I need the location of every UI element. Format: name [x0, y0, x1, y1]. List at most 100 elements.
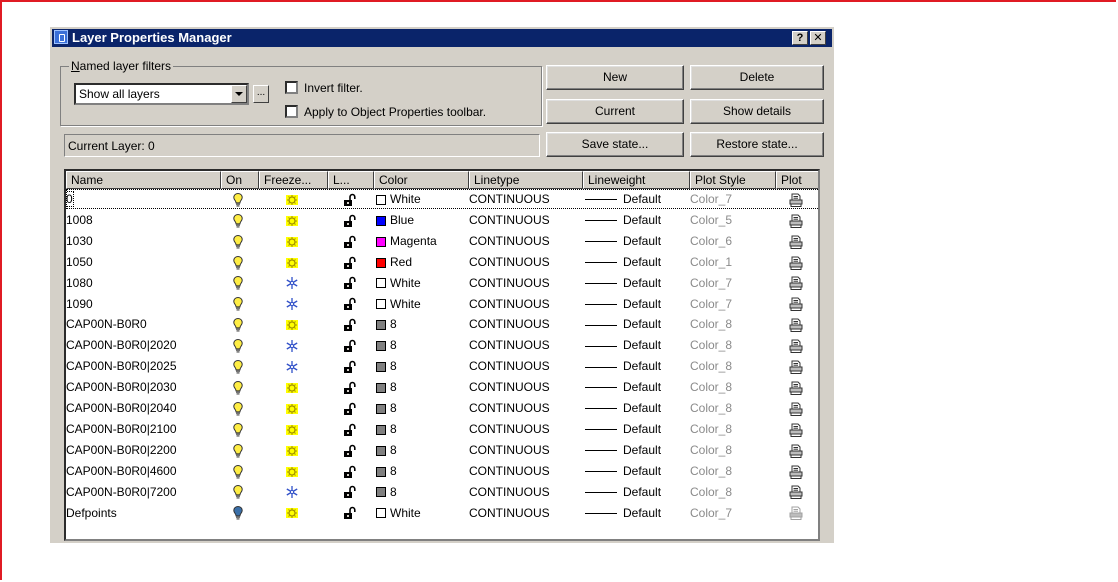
- lock-toggle[interactable]: [328, 273, 370, 293]
- color-cell[interactable]: 8: [374, 419, 464, 439]
- apply-toolbar-option[interactable]: Apply to Object Properties toolbar.: [285, 104, 486, 119]
- freeze-toggle[interactable]: [259, 314, 324, 334]
- freeze-toggle[interactable]: [259, 294, 324, 314]
- color-cell[interactable]: 8: [374, 356, 464, 376]
- lock-toggle[interactable]: [328, 252, 370, 272]
- on-toggle[interactable]: [221, 461, 255, 481]
- color-cell[interactable]: White: [374, 273, 464, 293]
- layer-name[interactable]: 1080: [66, 273, 219, 293]
- on-toggle[interactable]: [221, 294, 255, 314]
- col-lineweight-header[interactable]: Lineweight: [583, 171, 690, 189]
- invert-filter-option[interactable]: Invert filter.: [285, 80, 363, 95]
- chevron-down-icon[interactable]: [231, 85, 247, 103]
- on-toggle[interactable]: [221, 273, 255, 293]
- plot-toggle[interactable]: [776, 398, 816, 418]
- freeze-toggle[interactable]: [259, 377, 324, 397]
- table-row[interactable]: 0 White CONTINUOUS Default Color_7: [66, 189, 818, 209]
- col-lock-header[interactable]: L...: [328, 171, 374, 189]
- lock-toggle[interactable]: [328, 335, 370, 355]
- plot-style-cell[interactable]: Color_8: [690, 356, 770, 376]
- color-cell[interactable]: 8: [374, 440, 464, 460]
- plot-toggle[interactable]: [776, 252, 816, 272]
- color-cell[interactable]: 8: [374, 335, 464, 355]
- on-toggle[interactable]: [221, 210, 255, 230]
- layer-name[interactable]: CAP00N-B0R0: [66, 314, 219, 334]
- lineweight-cell[interactable]: Default: [583, 503, 683, 523]
- plot-style-cell[interactable]: Color_8: [690, 335, 770, 355]
- plot-toggle[interactable]: [776, 294, 816, 314]
- layer-name[interactable]: CAP00N-B0R0|2100: [66, 419, 219, 439]
- lineweight-cell[interactable]: Default: [583, 252, 683, 272]
- on-toggle[interactable]: [221, 356, 255, 376]
- layer-name[interactable]: CAP00N-B0R0|7200: [66, 482, 219, 502]
- color-cell[interactable]: 8: [374, 398, 464, 418]
- layer-filter-select[interactable]: Show all layers: [74, 83, 249, 105]
- table-row[interactable]: 1090 White CONTINUOUS Default Color_7: [66, 294, 818, 314]
- freeze-toggle[interactable]: [259, 189, 324, 209]
- lineweight-cell[interactable]: Default: [583, 314, 683, 334]
- table-row[interactable]: CAP00N-B0R0 8 CONTINUOUS Default Color_8: [66, 314, 818, 334]
- freeze-toggle[interactable]: [259, 356, 324, 376]
- col-linetype-header[interactable]: Linetype: [469, 171, 583, 189]
- table-row[interactable]: CAP00N-B0R0|2200 8 CONTINUOUS Default Color_…: [66, 440, 818, 460]
- color-cell[interactable]: White: [374, 503, 464, 523]
- table-row[interactable]: CAP00N-B0R0|7200 8 CONTINUOUS Default Color_…: [66, 482, 818, 502]
- plot-style-cell[interactable]: Color_8: [690, 314, 770, 334]
- linetype-cell[interactable]: CONTINUOUS: [469, 398, 579, 418]
- show-details-button[interactable]: Show details: [690, 99, 824, 124]
- table-row[interactable]: Defpoints White CONTINUOUS Default Color_7: [66, 503, 818, 523]
- color-cell[interactable]: 8: [374, 482, 464, 502]
- linetype-cell[interactable]: CONTINUOUS: [469, 335, 579, 355]
- table-row[interactable]: CAP00N-B0R0|2025 8 CONTINUOUS Default Color_…: [66, 356, 818, 376]
- color-cell[interactable]: White: [374, 189, 464, 209]
- color-cell[interactable]: White: [374, 294, 464, 314]
- layer-name[interactable]: CAP00N-B0R0|2200: [66, 440, 219, 460]
- lineweight-cell[interactable]: Default: [583, 356, 683, 376]
- on-toggle[interactable]: [221, 189, 255, 209]
- plot-toggle[interactable]: [776, 419, 816, 439]
- table-row[interactable]: CAP00N-B0R0|4600 8 CONTINUOUS Default Color_…: [66, 461, 818, 481]
- freeze-toggle[interactable]: [259, 461, 324, 481]
- linetype-cell[interactable]: CONTINUOUS: [469, 503, 579, 523]
- apply-toolbar-checkbox[interactable]: [285, 105, 298, 119]
- lock-toggle[interactable]: [328, 356, 370, 376]
- lock-toggle[interactable]: [328, 398, 370, 418]
- lock-toggle[interactable]: [328, 461, 370, 481]
- layer-name[interactable]: CAP00N-B0R0|4600: [66, 461, 219, 481]
- linetype-cell[interactable]: CONTINUOUS: [469, 419, 579, 439]
- plot-toggle[interactable]: [776, 210, 816, 230]
- plot-toggle[interactable]: [776, 503, 816, 523]
- layer-name[interactable]: Defpoints: [66, 503, 219, 523]
- color-cell[interactable]: Magenta: [374, 231, 464, 251]
- plot-style-cell[interactable]: Color_7: [690, 294, 770, 314]
- plot-toggle[interactable]: [776, 231, 816, 251]
- lock-toggle[interactable]: [328, 294, 370, 314]
- help-button[interactable]: ?: [792, 31, 808, 45]
- freeze-toggle[interactable]: [259, 231, 324, 251]
- plot-style-cell[interactable]: Color_5: [690, 210, 770, 230]
- plot-style-cell[interactable]: Color_7: [690, 503, 770, 523]
- lineweight-cell[interactable]: Default: [583, 210, 683, 230]
- filter-ellipsis-button[interactable]: ...: [253, 85, 269, 103]
- freeze-toggle[interactable]: [259, 335, 324, 355]
- table-row[interactable]: CAP00N-B0R0|2100 8 CONTINUOUS Default Color_…: [66, 419, 818, 439]
- plot-style-cell[interactable]: Color_8: [690, 440, 770, 460]
- freeze-toggle[interactable]: [259, 273, 324, 293]
- lock-toggle[interactable]: [328, 482, 370, 502]
- col-name-header[interactable]: Name: [66, 171, 221, 189]
- delete-layer-button[interactable]: Delete: [690, 65, 824, 90]
- linetype-cell[interactable]: CONTINUOUS: [469, 189, 579, 209]
- lineweight-cell[interactable]: Default: [583, 398, 683, 418]
- lineweight-cell[interactable]: Default: [583, 231, 683, 251]
- col-freeze-header[interactable]: Freeze...: [259, 171, 328, 189]
- linetype-cell[interactable]: CONTINUOUS: [469, 377, 579, 397]
- plot-style-cell[interactable]: Color_8: [690, 461, 770, 481]
- freeze-toggle[interactable]: [259, 252, 324, 272]
- color-cell[interactable]: 8: [374, 377, 464, 397]
- lock-toggle[interactable]: [328, 440, 370, 460]
- on-toggle[interactable]: [221, 231, 255, 251]
- col-color-header[interactable]: Color: [374, 171, 469, 189]
- on-toggle[interactable]: [221, 377, 255, 397]
- linetype-cell[interactable]: CONTINUOUS: [469, 273, 579, 293]
- col-plot-header[interactable]: Plot: [776, 171, 818, 189]
